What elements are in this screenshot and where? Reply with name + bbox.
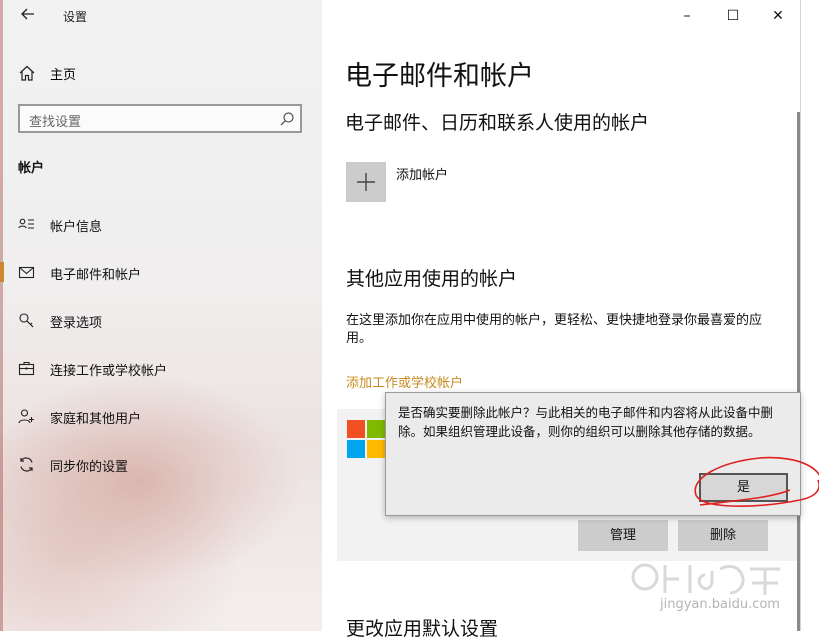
- person-add-icon: [18, 409, 34, 424]
- close-icon: ✕: [772, 8, 784, 24]
- sidebar-item-label: 帐户信息: [50, 220, 103, 235]
- selection-indicator: [0, 262, 4, 282]
- maximize-button[interactable]: ☐: [723, 6, 743, 26]
- sidebar-item-family-users[interactable]: 家庭和其他用户: [0, 403, 322, 429]
- plus-icon: [357, 173, 375, 191]
- confirm-remove-dialog: 是否确实要删除此帐户？与此相关的电子邮件和内容将从此设备中删除。如果组织管理此设…: [385, 392, 801, 516]
- sidebar-home-label: 主页: [50, 67, 77, 83]
- sidebar-item-label: 连接工作或学校帐户: [50, 364, 168, 379]
- sidebar-item-label: 家庭和其他用户: [50, 412, 142, 427]
- sidebar-item-label: 登录选项: [50, 316, 103, 331]
- close-button[interactable]: ✕: [768, 6, 788, 26]
- sidebar-section-title: 帐户: [18, 161, 45, 176]
- search-placeholder: 查找设置: [29, 115, 82, 130]
- section-title-email-calendar: 电子邮件、日历和联系人使用的帐户: [345, 112, 650, 134]
- dialog-message: 是否确实要删除此帐户？与此相关的电子邮件和内容将从此设备中删除。如果组织管理此设…: [398, 405, 774, 439]
- minimize-button[interactable]: –: [677, 6, 697, 26]
- sidebar-item-home[interactable]: 主页: [18, 63, 76, 83]
- sidebar-item-account-info[interactable]: 帐户信息: [0, 211, 322, 237]
- sidebar-item-sign-in-options[interactable]: 登录选项: [0, 307, 322, 333]
- add-work-school-link[interactable]: 添加工作或学校帐户: [346, 372, 463, 391]
- briefcase-icon: [18, 361, 35, 376]
- section-title-other-apps: 其他应用使用的帐户: [346, 268, 518, 290]
- minimize-icon: –: [683, 8, 691, 24]
- sidebar-item-label: 同步你的设置: [50, 460, 129, 475]
- watermark-text: jingyan.baidu.com: [660, 597, 780, 612]
- window-title: 设置: [63, 10, 88, 24]
- maximize-icon: ☐: [726, 8, 740, 24]
- back-arrow-icon[interactable]: [18, 6, 38, 26]
- manage-button[interactable]: 管理: [578, 520, 668, 551]
- sidebar-item-work-school[interactable]: 连接工作或学校帐户: [0, 355, 322, 381]
- sidebar-item-sync-settings[interactable]: 同步你的设置: [0, 451, 322, 477]
- section-description: 在这里添加你在应用中使用的帐户，更轻松、更快捷地登录你最喜爱的应用。: [346, 313, 763, 346]
- sidebar: 设置 主页 查找设置 帐户 帐户信息 电子邮件和帐户 登录选项 连接工作或学校帐…: [0, 0, 322, 631]
- microsoft-logo-icon: [347, 420, 385, 458]
- sync-icon: [20, 457, 33, 472]
- page-title: 电子邮件和帐户: [345, 61, 534, 92]
- person-list-icon: [18, 218, 34, 229]
- home-icon: [19, 65, 35, 81]
- add-account-label[interactable]: 添加帐户: [396, 164, 448, 183]
- baidu-watermark-logo: [631, 563, 780, 595]
- window-frame-edge: [800, 0, 819, 631]
- mail-icon: [18, 266, 35, 279]
- search-icon: [280, 112, 294, 126]
- sidebar-item-email-accounts[interactable]: 电子邮件和帐户: [0, 259, 322, 285]
- add-account-button[interactable]: [346, 162, 386, 202]
- search-input[interactable]: 查找设置: [18, 104, 302, 133]
- key-icon: [19, 313, 34, 328]
- section-title-app-defaults: 更改应用默认设置: [346, 618, 499, 640]
- sidebar-item-label: 电子邮件和帐户: [50, 268, 142, 283]
- remove-button[interactable]: 删除: [678, 520, 768, 551]
- yes-button[interactable]: 是: [699, 473, 788, 502]
